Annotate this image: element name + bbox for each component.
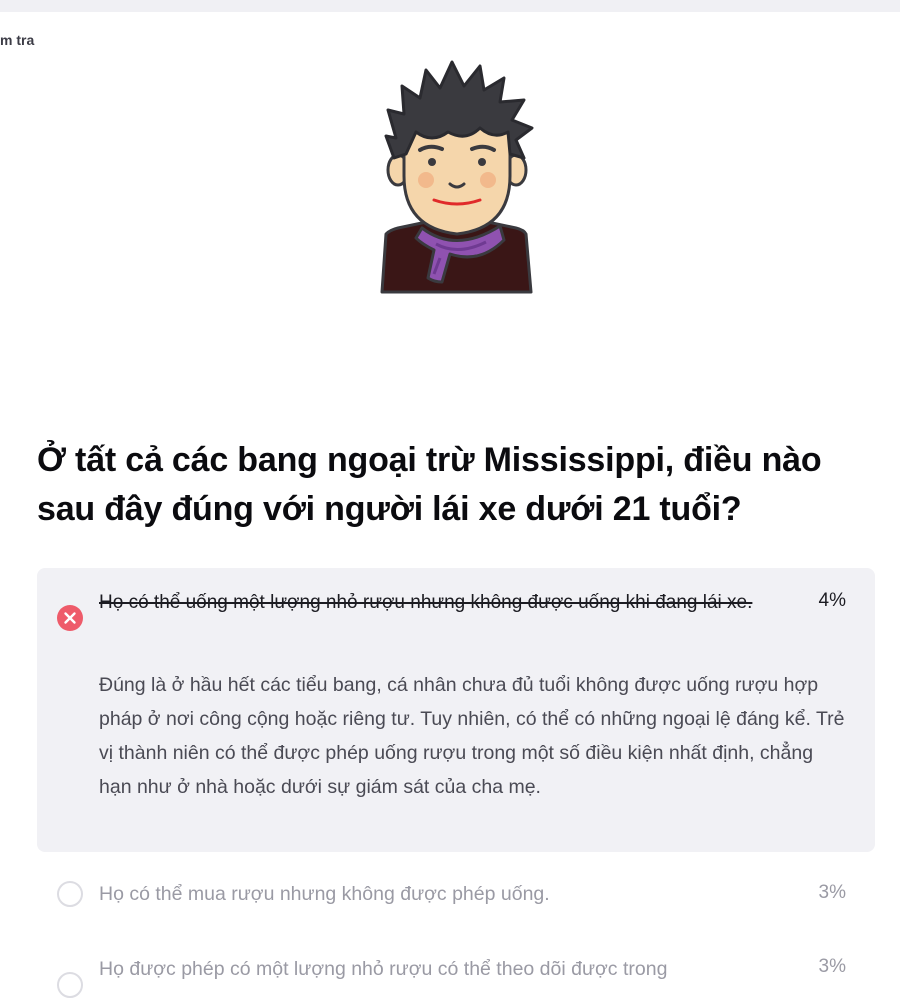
x-circle-icon xyxy=(57,605,83,631)
answer-option[interactable]: Họ được phép có một lượng nhỏ rượu có th… xyxy=(37,952,875,998)
option-text: Họ được phép có một lượng nhỏ rượu có th… xyxy=(99,958,668,980)
avatar-left-eye xyxy=(428,158,436,166)
radio-empty-icon[interactable] xyxy=(57,881,83,907)
selected-answer-text: Họ có thể uống một lượng nhỏ rượu nhưng … xyxy=(99,592,753,613)
option-percent: 3% xyxy=(818,882,846,903)
option-percent: 3% xyxy=(818,956,846,977)
top-bar xyxy=(0,0,900,12)
option-text: Họ có thể mua rượu nhưng không được phép… xyxy=(99,883,550,905)
radio-empty-icon[interactable] xyxy=(57,972,83,998)
selected-answer-card[interactable]: Họ có thể uống một lượng nhỏ rượu nhưng … xyxy=(37,568,875,852)
avatar-right-eye xyxy=(478,158,486,166)
avatar-illustration xyxy=(380,60,534,294)
question-title: Ở tất cả các bang ngoại trừ Mississippi,… xyxy=(37,441,822,528)
breadcrumb[interactable]: m tra xyxy=(0,32,34,48)
selected-answer-percent: 4% xyxy=(818,590,846,611)
answer-explanation: Đúng là ở hầu hết các tiểu bang, cá nhân… xyxy=(99,674,845,798)
answer-option[interactable]: Họ có thể mua rượu nhưng không được phép… xyxy=(37,876,875,916)
